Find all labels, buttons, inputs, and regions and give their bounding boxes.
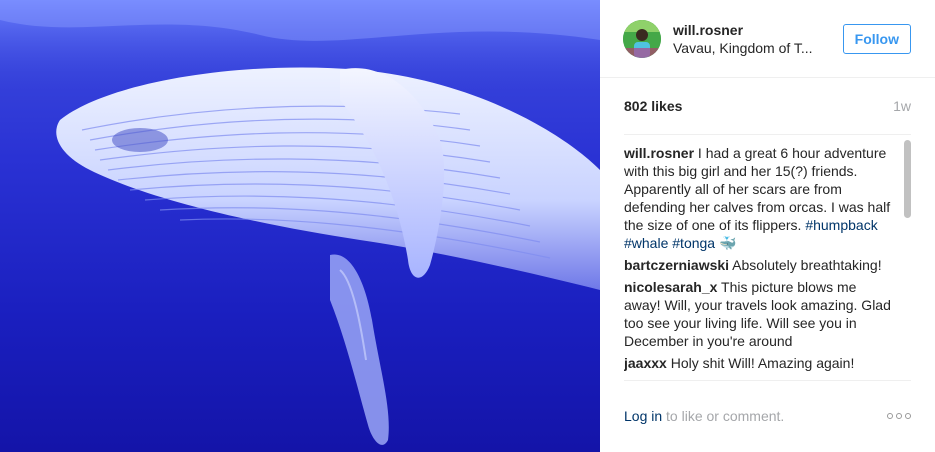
caption-username[interactable]: will.rosner	[624, 145, 694, 161]
post-photo[interactable]	[0, 0, 600, 452]
dot-icon	[905, 412, 911, 419]
more-options-icon[interactable]	[887, 412, 911, 419]
post-header: will.rosner Vavau, Kingdom of T... Follo…	[600, 0, 935, 78]
comment-username[interactable]: bartczerniawski	[624, 257, 729, 273]
post-time[interactable]: 1w	[893, 98, 911, 114]
whale-image	[0, 0, 600, 445]
likes-row: 802 likes 1w	[600, 78, 935, 134]
user-info: will.rosner Vavau, Kingdom of T...	[673, 21, 843, 57]
location-link[interactable]: Vavau, Kingdom of T...	[673, 39, 823, 57]
dot-icon	[887, 412, 893, 419]
likes-count[interactable]: 802 likes	[624, 98, 682, 114]
comment-item: bartczerniawski Absolutely breathtaking!	[624, 256, 895, 274]
comment-text: Holy shit Will! Amazing again!	[666, 355, 855, 371]
username-link[interactable]: will.rosner	[673, 21, 843, 39]
login-suffix: to like or comment.	[662, 407, 785, 424]
follow-button[interactable]: Follow	[842, 23, 911, 54]
comments-list[interactable]: will.rosner I had a great 6 hour adventu…	[624, 134, 911, 381]
comment-item: nicolesarah_x This picture blows me away…	[624, 278, 895, 350]
login-link[interactable]: Log in	[624, 408, 662, 424]
post-footer: Log in to like or comment.	[600, 381, 935, 450]
hashtag-whale[interactable]: #whale	[624, 235, 668, 251]
comment-username[interactable]: nicolesarah_x	[624, 279, 717, 295]
comments-scrollbar[interactable]	[904, 140, 911, 218]
hashtag-tonga[interactable]: #tonga	[672, 235, 715, 251]
avatar[interactable]	[623, 19, 661, 58]
dot-icon	[896, 412, 902, 419]
post: will.rosner Vavau, Kingdom of T... Follo…	[0, 0, 935, 452]
comment-username[interactable]: jaaxxx	[624, 355, 667, 371]
post-sidebar: will.rosner Vavau, Kingdom of T... Follo…	[600, 0, 935, 452]
whale-emoji-icon: 🐳	[718, 235, 737, 251]
caption: will.rosner I had a great 6 hour adventu…	[624, 144, 895, 252]
login-prompt: Log in to like or comment.	[624, 408, 784, 424]
hashtag-humpback[interactable]: #humpback	[805, 217, 877, 233]
profile-photo-icon	[623, 19, 661, 58]
comment-item: jaaxxx Holy shit Will! Amazing again!	[624, 354, 895, 372]
comment-text: Absolutely breathtaking!	[729, 257, 882, 273]
